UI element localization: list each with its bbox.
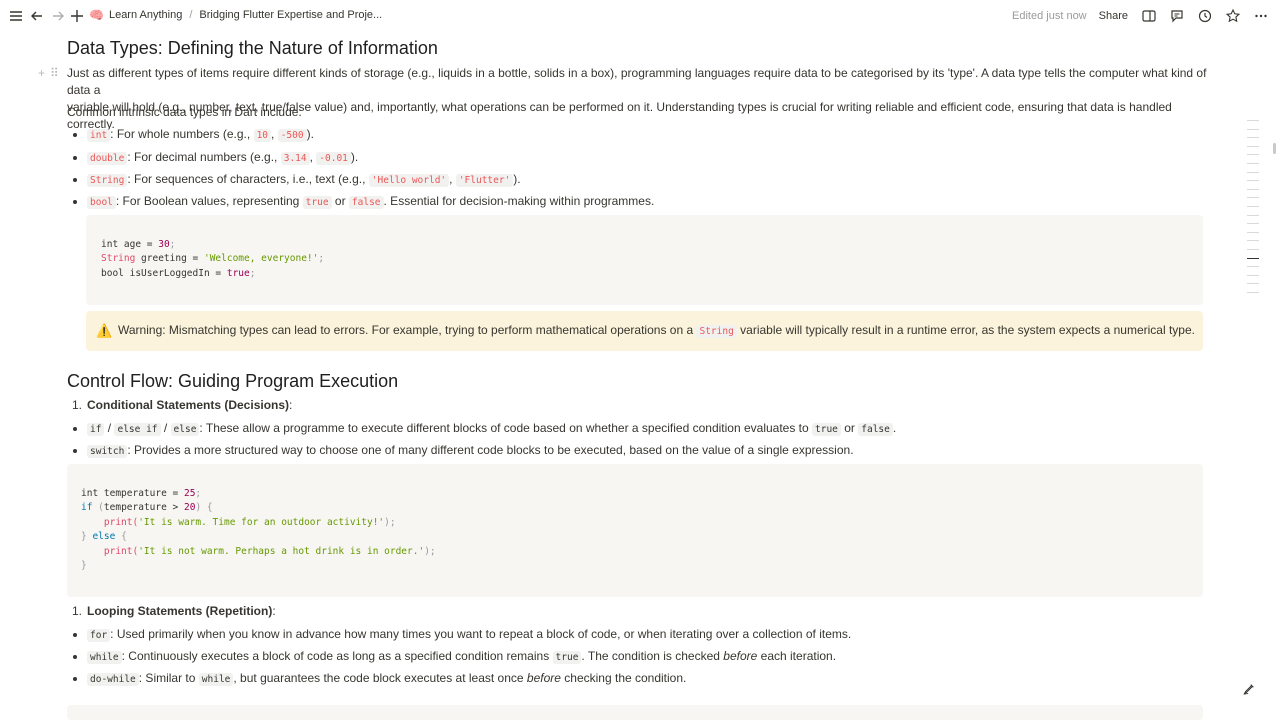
- more-options-icon[interactable]: [1250, 5, 1272, 27]
- inline-code: else if: [114, 423, 161, 436]
- list-number: 1.: [72, 398, 83, 412]
- inline-code: -0.01: [316, 152, 351, 165]
- breadcrumb-workspace[interactable]: Learn Anything: [109, 9, 182, 21]
- item-text: ).: [306, 127, 314, 141]
- bullet: [73, 156, 77, 160]
- bullet: [73, 200, 77, 204]
- block-handles[interactable]: + ⠿: [38, 66, 59, 80]
- item-text: . Essential for decision-making within p…: [383, 194, 655, 208]
- heading-control-flow: Control Flow: Guiding Program Execution: [67, 371, 399, 391]
- help-pen-icon[interactable]: [1240, 680, 1258, 698]
- item-text: ,: [271, 127, 278, 141]
- list-item: bool: For Boolean values, representing t…: [67, 193, 1197, 210]
- brain-icon: 🧠: [89, 8, 104, 22]
- inline-code: do-while: [87, 673, 139, 686]
- code-block-loop[interactable]: [67, 705, 1203, 720]
- list-item: for: Used primarily when you know in adv…: [67, 626, 1197, 643]
- inline-code: 10: [253, 129, 272, 142]
- top-bar: 🧠 Learn Anything / Bridging Flutter Expe…: [0, 0, 1280, 32]
- code-content: int age = 30; String greeting = 'Welcome…: [101, 239, 325, 279]
- edited-status: Edited just now: [1012, 10, 1087, 22]
- inline-code: while: [198, 673, 234, 686]
- inline-code: bool: [87, 196, 116, 209]
- breadcrumb: 🧠 Learn Anything / Bridging Flutter Expe…: [89, 8, 382, 22]
- inline-code: else: [170, 423, 200, 436]
- heading-data-types: Data Types: Defining the Nature of Infor…: [67, 38, 438, 58]
- inline-code: switch: [87, 445, 128, 458]
- inline-code: int: [87, 129, 111, 142]
- sidebar-menu-icon[interactable]: [5, 5, 27, 27]
- inline-code: 'Flutter': [455, 174, 514, 187]
- inline-code: while: [87, 651, 122, 664]
- add-block-icon[interactable]: +: [38, 66, 45, 80]
- inline-code: for: [87, 629, 111, 642]
- bullet: [73, 677, 77, 681]
- item-text: : For whole numbers (e.g.,: [110, 127, 254, 141]
- inline-code: true: [302, 196, 332, 209]
- inline-code: false: [858, 423, 893, 436]
- bullet: [73, 178, 77, 182]
- inline-code: true: [552, 651, 582, 664]
- bullet: [73, 449, 77, 453]
- item-text: ,: [449, 172, 456, 186]
- intro-line-1: Just as different types of items require…: [67, 66, 1207, 97]
- item-title: Looping Statements (Repetition): [87, 604, 273, 618]
- intro-paragraph: Just as different types of items require…: [67, 65, 1207, 133]
- layout-panel-icon[interactable]: [1138, 5, 1160, 27]
- inline-code: 'Hello world': [368, 174, 450, 187]
- list-item: while: Continuously executes a block of …: [67, 648, 1197, 665]
- page-outline[interactable]: [1247, 120, 1259, 300]
- warning-icon: ⚠️: [96, 323, 113, 338]
- warning-text: Warning: Mismatching types can lead to e…: [118, 323, 1195, 338]
- scrollbar-thumb[interactable]: [1273, 143, 1276, 154]
- inline-code: true: [812, 423, 841, 436]
- list-item: if / else if / else: These allow a progr…: [67, 420, 1197, 437]
- history-clock-icon[interactable]: [1194, 5, 1216, 27]
- item-text: : For Boolean values, representing: [115, 194, 303, 208]
- inline-code: double: [87, 152, 128, 165]
- drag-handle-icon[interactable]: ⠿: [50, 66, 59, 80]
- top-bar-actions: Edited just now Share: [1012, 0, 1272, 32]
- list-item: int: For whole numbers (e.g., 10, -500).: [67, 126, 1197, 143]
- bullet: [73, 133, 77, 137]
- inline-code: 3.14: [280, 152, 310, 165]
- list-number: 1.: [72, 604, 83, 618]
- bullet: [73, 427, 77, 431]
- list-item: double: For decimal numbers (e.g., 3.14,…: [67, 149, 1197, 166]
- numbered-item-looping: 1. Looping Statements (Repetition):: [72, 604, 276, 618]
- warning-callout: ⚠️ Warning: Mismatching types can lead t…: [86, 311, 1203, 351]
- bullet: [73, 633, 77, 637]
- inline-code: -500: [277, 129, 307, 142]
- comments-icon[interactable]: [1166, 5, 1188, 27]
- item-title: Conditional Statements (Decisions): [87, 398, 290, 412]
- code-block-types[interactable]: int age = 30; String greeting = 'Welcome…: [86, 215, 1203, 305]
- item-text: : For sequences of characters, i.e., tex…: [127, 172, 369, 186]
- share-button[interactable]: Share: [1099, 10, 1128, 22]
- item-text: : For decimal numbers (e.g.,: [127, 150, 281, 164]
- inline-code: false: [348, 196, 384, 209]
- list-item: do-while: Similar to while, but guarante…: [67, 670, 1197, 687]
- list-item: String: For sequences of characters, i.e…: [67, 171, 1197, 188]
- code-content: int temperature = 25; if (temperature > …: [81, 488, 436, 572]
- favorite-star-icon[interactable]: [1222, 5, 1244, 27]
- types-lead: Common intrinsic data types in Dart incl…: [67, 105, 302, 119]
- numbered-item-conditional: 1. Conditional Statements (Decisions):: [72, 398, 293, 412]
- inline-code: if: [87, 423, 105, 436]
- inline-code: String: [87, 174, 128, 187]
- breadcrumb-separator: /: [189, 9, 193, 21]
- code-block-if-else[interactable]: int temperature = 25; if (temperature > …: [67, 464, 1203, 597]
- back-arrow-icon[interactable]: [26, 5, 48, 27]
- new-page-plus-icon[interactable]: [66, 5, 88, 27]
- bullet: [73, 655, 77, 659]
- item-text: or: [331, 194, 349, 208]
- item-text: ).: [513, 172, 521, 186]
- item-text: ).: [350, 150, 359, 164]
- list-item: switch: Provides a more structured way t…: [67, 442, 1197, 459]
- breadcrumb-page[interactable]: Bridging Flutter Expertise and Proje...: [199, 9, 382, 21]
